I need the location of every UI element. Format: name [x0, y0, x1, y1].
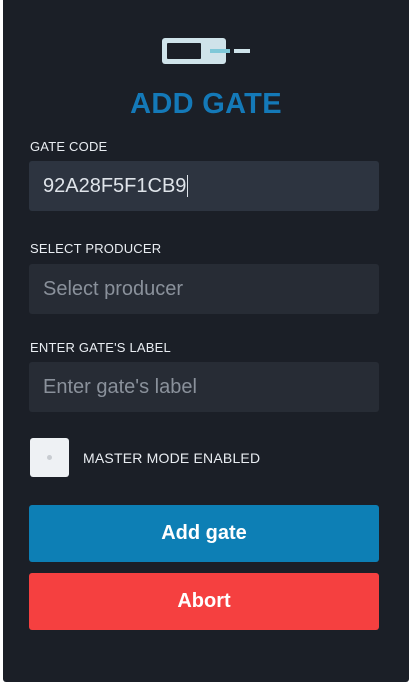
master-mode-checkbox[interactable]: [30, 438, 69, 477]
gate-logo-icon: [162, 38, 250, 64]
producer-select[interactable]: Select producer: [29, 264, 379, 314]
gate-label-field-label: ENTER GATE'S LABEL: [30, 340, 171, 355]
checkbox-indicator: [47, 455, 52, 460]
gate-code-label: GATE CODE: [30, 139, 108, 154]
add-gate-panel: ADD GATE GATE CODE 92A28F5F1CB9 SELECT P…: [3, 0, 409, 682]
text-caret: [187, 175, 189, 197]
gate-label-placeholder: Enter gate's label: [43, 375, 197, 398]
master-mode-label: MASTER MODE ENABLED: [83, 450, 261, 466]
gate-code-input[interactable]: 92A28F5F1CB9: [29, 161, 379, 211]
producer-placeholder: Select producer: [43, 277, 184, 300]
select-producer-label: SELECT PRODUCER: [30, 241, 162, 256]
gate-label-input[interactable]: Enter gate's label: [29, 362, 379, 412]
gate-code-value: 92A28F5F1CB9: [43, 174, 187, 197]
add-gate-button-label: Add gate: [161, 522, 247, 544]
abort-button[interactable]: Abort: [29, 573, 379, 630]
abort-button-label: Abort: [177, 590, 231, 612]
page-title: ADD GATE: [130, 88, 282, 120]
add-gate-button[interactable]: Add gate: [29, 505, 379, 562]
